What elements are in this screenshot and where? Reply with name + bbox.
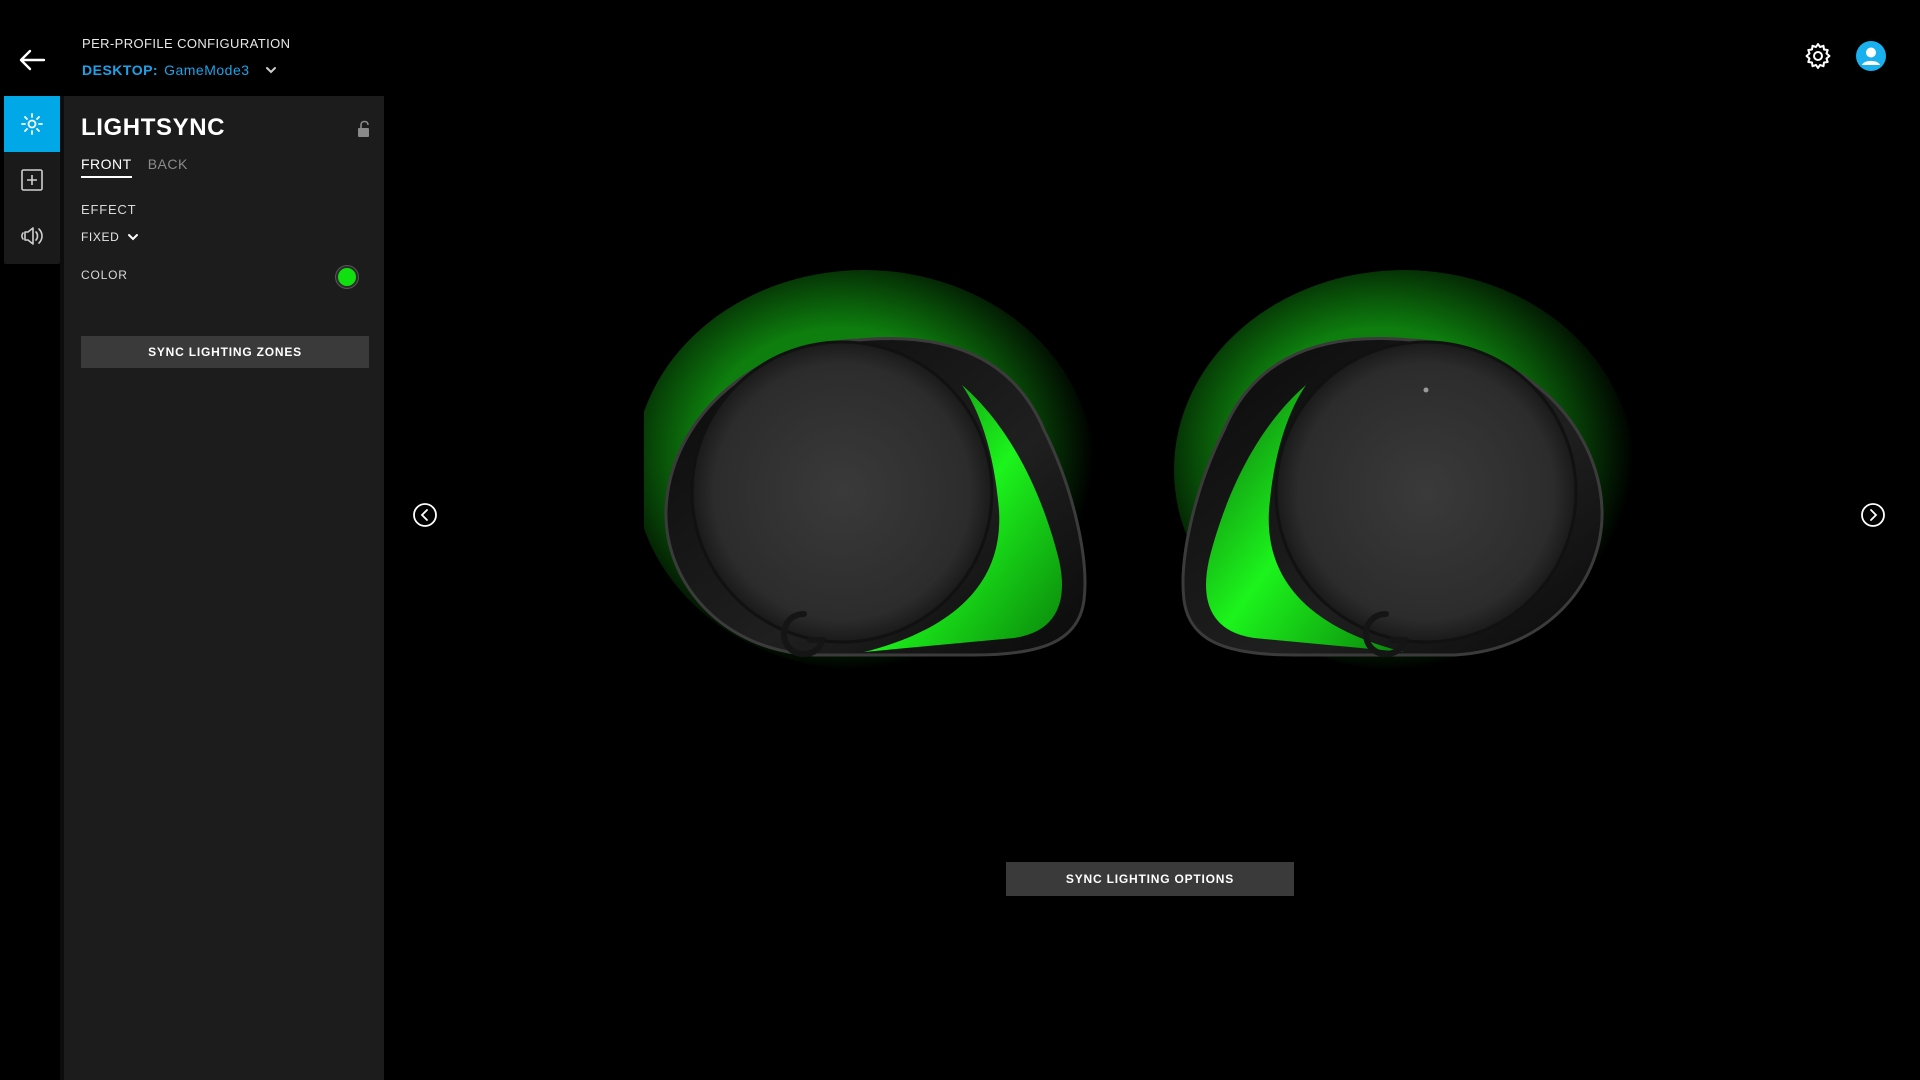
back-button[interactable] bbox=[14, 44, 50, 76]
effect-dropdown[interactable]: FIXED bbox=[81, 230, 139, 244]
right-speaker bbox=[1174, 270, 1634, 670]
effect-value: FIXED bbox=[81, 230, 120, 244]
profile-selector[interactable]: DESKTOP: GameMode3 bbox=[82, 62, 278, 78]
lighting-icon bbox=[21, 113, 43, 135]
effect-label: EFFECT bbox=[81, 202, 137, 217]
side-rail bbox=[4, 96, 60, 264]
unlock-icon bbox=[358, 120, 369, 137]
color-label: COLOR bbox=[81, 268, 128, 282]
page-title: PER-PROFILE CONFIGURATION bbox=[82, 36, 291, 51]
profile-name: GameMode3 bbox=[164, 62, 250, 78]
chevron-down-icon bbox=[128, 234, 139, 241]
chevron-right-circle-icon bbox=[1861, 503, 1885, 527]
previous-device-button[interactable] bbox=[412, 502, 438, 528]
panel-title: LIGHTSYNC bbox=[81, 114, 226, 141]
rail-item-lighting[interactable] bbox=[4, 96, 60, 152]
tab-front[interactable]: FRONT bbox=[81, 156, 132, 178]
lock-toggle[interactable] bbox=[356, 120, 372, 138]
profile-prefix: DESKTOP: bbox=[82, 62, 159, 78]
lightsync-panel: LIGHTSYNC FRONT BACK EFFECT FIXED COLOR … bbox=[64, 96, 384, 1080]
zone-tabs: FRONT BACK bbox=[81, 156, 188, 178]
tab-back[interactable]: BACK bbox=[148, 156, 188, 178]
color-swatch[interactable] bbox=[336, 266, 358, 288]
add-assignment-icon bbox=[21, 169, 43, 191]
next-device-button[interactable] bbox=[1860, 502, 1886, 528]
sync-lighting-options-button[interactable]: SYNC LIGHTING OPTIONS bbox=[1006, 862, 1294, 896]
speaker-volume-icon bbox=[21, 227, 43, 245]
chevron-down-icon bbox=[265, 67, 276, 74]
left-speaker bbox=[644, 270, 1094, 670]
rail-item-audio[interactable] bbox=[4, 208, 60, 264]
arrow-left-icon bbox=[19, 49, 46, 71]
speaker-pair-image bbox=[644, 270, 1634, 670]
rail-item-assignments[interactable] bbox=[4, 152, 60, 208]
device-stage: SYNC LIGHTING OPTIONS bbox=[384, 0, 1920, 1080]
chevron-left-circle-icon bbox=[413, 503, 437, 527]
sync-lighting-zones-button[interactable]: SYNC LIGHTING ZONES bbox=[81, 336, 369, 368]
